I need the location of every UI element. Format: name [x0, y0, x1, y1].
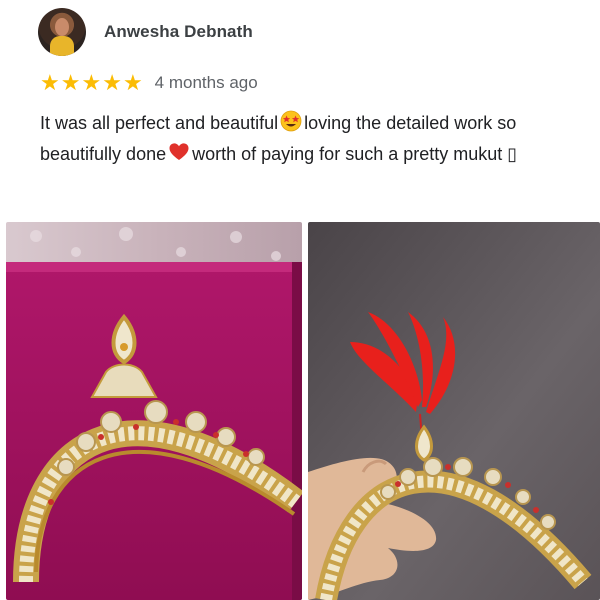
review-date: 4 months ago: [154, 73, 258, 92]
review-photo-2[interactable]: [308, 222, 600, 600]
star-icon: ★: [102, 70, 122, 95]
review-text: It was all perfect and beautiful loving t…: [40, 108, 580, 170]
star-icon: ★: [81, 70, 102, 95]
star-rating: ★ ★ ★ ★ ★: [40, 72, 143, 94]
star-icon: ★: [60, 70, 81, 95]
review-card: Anwesha Debnath ★ ★ ★ ★ ★ 4 months ago I…: [0, 0, 600, 600]
red-heart-icon: [169, 143, 189, 160]
reviewer-name[interactable]: Anwesha Debnath: [104, 22, 253, 42]
mukut-held-in-hand-image: [308, 222, 600, 600]
mukut-on-pink-cloth-image: [6, 222, 302, 600]
review-text-part-1: It was all perfect and beautiful: [40, 113, 279, 133]
review-photo-1[interactable]: [6, 222, 302, 600]
rating-row: ★ ★ ★ ★ ★ 4 months ago: [40, 72, 258, 94]
star-icon: ★: [122, 70, 143, 95]
review-text-part-3: worth of paying for such a pretty mukut: [192, 144, 503, 164]
review-header: Anwesha Debnath: [38, 8, 253, 56]
star-icon: ★: [40, 70, 60, 95]
avatar[interactable]: [38, 8, 86, 56]
missing-glyph: ▯: [507, 144, 518, 164]
star-struck-emoji-icon: [280, 110, 302, 132]
review-photos: [6, 222, 600, 600]
